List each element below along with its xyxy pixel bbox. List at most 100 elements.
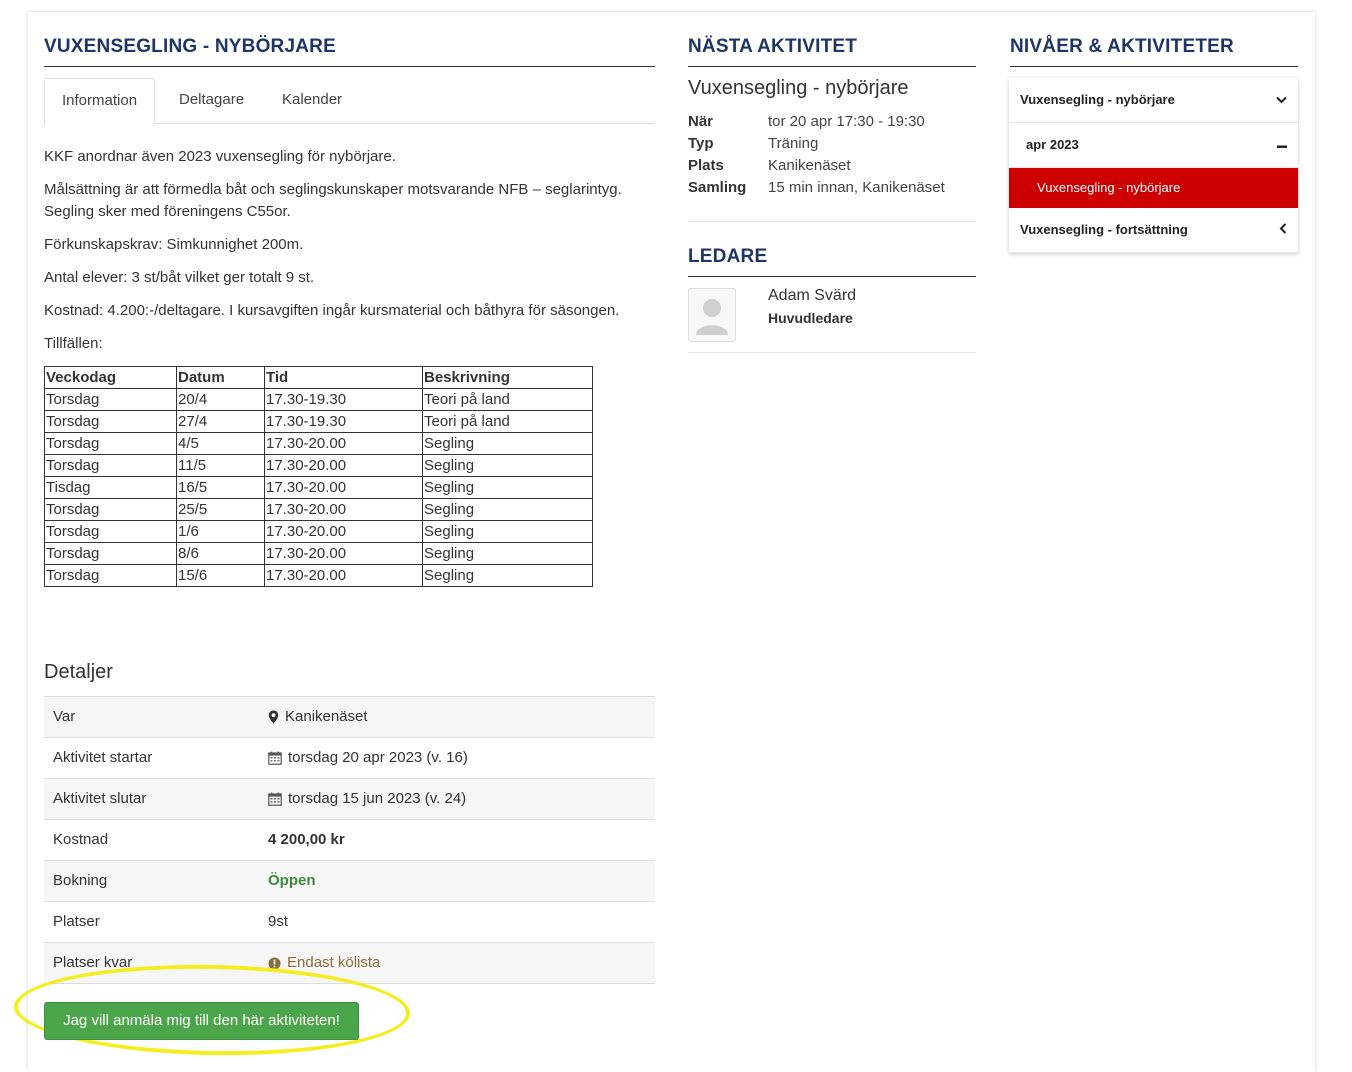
table-cell: Torsdag <box>44 388 177 411</box>
level-item-nyborjare[interactable]: Vuxensegling - nybörjare <box>1009 78 1298 123</box>
detail-value: 9st <box>268 902 288 942</box>
level-item-label: Vuxensegling - nybörjare <box>1020 92 1175 107</box>
table-cell: 17.30-20.00 <box>264 432 423 455</box>
next-activity-title: NÄSTA AKTIVITET <box>688 36 976 67</box>
minus-icon <box>1277 123 1287 167</box>
table-cell: Teori på land <box>422 388 593 411</box>
leader-name[interactable]: Adam Svärd <box>768 287 856 305</box>
table-row: Torsdag 25/5 17.30-20.00 Segling <box>44 498 593 521</box>
field-label: Typ <box>688 135 714 152</box>
detail-row: Bokning Öppen <box>44 861 655 902</box>
table-cell: Torsdag <box>44 432 177 455</box>
detail-label: Var <box>53 708 76 725</box>
level-item-label: Vuxensegling - fortsättning <box>1020 222 1188 237</box>
table-cell: 17.30-20.00 <box>264 454 423 477</box>
table-cell: Segling <box>422 542 593 565</box>
detail-value-text: Öppen <box>268 872 316 889</box>
calendar-icon <box>268 792 282 806</box>
info-paragraph: Målsättning är att förmedla båt och segl… <box>44 181 622 220</box>
column-header: Datum <box>176 366 265 389</box>
table-cell: 27/4 <box>176 410 265 433</box>
table-cell: Torsdag <box>44 520 177 543</box>
detail-row: Kostnad 4 200,00 kr <box>44 820 655 861</box>
table-cell: Tisdag <box>44 476 177 499</box>
leader-role: Huvudledare <box>768 310 853 326</box>
table-cell: 4/5 <box>176 432 265 455</box>
divider <box>688 221 976 222</box>
avatar[interactable] <box>688 288 736 342</box>
field-value: tor 20 apr 17:30 - 19:30 <box>768 113 925 130</box>
level-item-label: apr 2023 <box>1026 137 1079 152</box>
table-cell: 17.30-20.00 <box>264 542 423 565</box>
info-paragraph: Förkunskapskrav: Simkunnighet 200m. <box>44 236 304 253</box>
table-cell: Torsdag <box>44 410 177 433</box>
level-item-label: Vuxensegling - nybörjare <box>1037 180 1181 195</box>
table-row: Torsdag 1/6 17.30-20.00 Segling <box>44 520 593 543</box>
field-label: Plats <box>688 157 724 174</box>
detail-value-text: 9st <box>268 913 289 930</box>
detail-value: Kanikenäset <box>268 697 368 737</box>
table-cell: 15/6 <box>176 564 265 587</box>
field-value: Träning <box>768 135 819 152</box>
table-cell: Segling <box>422 498 593 521</box>
schedule-header-row: Veckodag Datum Tid Beskrivning <box>44 366 593 389</box>
tab-deltagare[interactable]: Deltagare <box>162 78 261 122</box>
details-table: Var Kanikenäset Aktivitet startar torsdag 2… <box>44 696 655 984</box>
detail-value-text: 4 200,00 kr <box>268 831 345 848</box>
tab-information[interactable]: Information <box>44 78 156 125</box>
levels-title: NIVÅER & AKTIVITETER <box>1010 36 1298 67</box>
table-cell: 16/5 <box>176 476 265 499</box>
chevron-down-icon <box>1276 78 1287 122</box>
detail-row: Aktivitet startar torsdag 20 apr 2023 (v.… <box>44 738 655 779</box>
field-label: Samling <box>688 179 747 196</box>
detail-row: Platser 9st <box>44 902 655 943</box>
table-cell: Torsdag <box>44 542 177 565</box>
table-row: Torsdag 15/6 17.30-20.00 Segling <box>44 564 593 587</box>
table-cell: Torsdag <box>44 454 177 477</box>
table-cell: Segling <box>422 520 593 543</box>
signup-button[interactable]: Jag vill anmäla mig till den här aktivit… <box>44 1002 359 1040</box>
detail-label: Kostnad <box>53 831 109 848</box>
detail-value-text: Kanikenäset <box>285 708 368 725</box>
field-value: 15 min innan, Kanikenäset <box>768 179 945 196</box>
level-item-fortsattning[interactable]: Vuxensegling - fortsättning <box>1009 208 1298 253</box>
table-row: Tisdag 16/5 17.30-20.00 Segling <box>44 476 593 499</box>
levels-menu: Vuxensegling - nybörjare apr 2023 Vuxens… <box>1009 78 1298 253</box>
table-cell: 1/6 <box>176 520 265 543</box>
detail-row: Aktivitet slutar torsdag 15 jun 2023 (v. … <box>44 779 655 820</box>
schedule-table: Veckodag Datum Tid Beskrivning Torsdag 20/4 1… <box>44 366 593 587</box>
table-cell: 17.30-19.30 <box>264 410 423 433</box>
table-cell: Segling <box>422 454 593 477</box>
table-cell: Teori på land <box>422 410 593 433</box>
table-cell: 20/4 <box>176 388 265 411</box>
detail-value: Öppen <box>268 861 316 901</box>
table-cell: Torsdag <box>44 498 177 521</box>
tab-kalender[interactable]: Kalender <box>265 78 359 122</box>
table-cell: 25/5 <box>176 498 265 521</box>
detail-label: Platser <box>53 913 100 930</box>
level-item-active-activity[interactable]: Vuxensegling - nybörjare <box>1009 168 1298 208</box>
user-placeholder-icon <box>696 299 728 335</box>
table-row: Torsdag 11/5 17.30-20.00 Segling <box>44 454 593 477</box>
info-paragraph: Tillfällen: <box>44 335 103 352</box>
map-marker-icon <box>268 710 279 724</box>
column-header: Beskrivning <box>422 366 593 389</box>
table-row: Torsdag 8/6 17.30-20.00 Segling <box>44 542 593 565</box>
level-item-apr-2023[interactable]: apr 2023 <box>1009 123 1298 168</box>
info-paragraph: Kostnad: 4.200:-/deltagare. I kursavgift… <box>44 302 620 319</box>
leaders-title: LEDARE <box>688 246 976 277</box>
detail-value: 4 200,00 kr <box>268 820 345 860</box>
table-cell: 8/6 <box>176 542 265 565</box>
table-cell: Segling <box>422 476 593 499</box>
table-row: Torsdag 27/4 17.30-19.30 Teori på land <box>44 410 593 433</box>
details-title: Detaljer <box>44 661 113 683</box>
field-value: Kanikenäset <box>768 157 851 174</box>
detail-label: Bokning <box>53 872 108 889</box>
table-row: Torsdag 4/5 17.30-20.00 Segling <box>44 432 593 455</box>
tab-bar: Information Deltagare Kalender <box>44 78 655 125</box>
table-row: Torsdag 20/4 17.30-19.30 Teori på land <box>44 388 593 411</box>
table-cell: 17.30-19.30 <box>264 388 423 411</box>
detail-label: Aktivitet startar <box>53 749 153 766</box>
column-header: Tid <box>264 366 423 389</box>
table-cell: Segling <box>422 564 593 587</box>
